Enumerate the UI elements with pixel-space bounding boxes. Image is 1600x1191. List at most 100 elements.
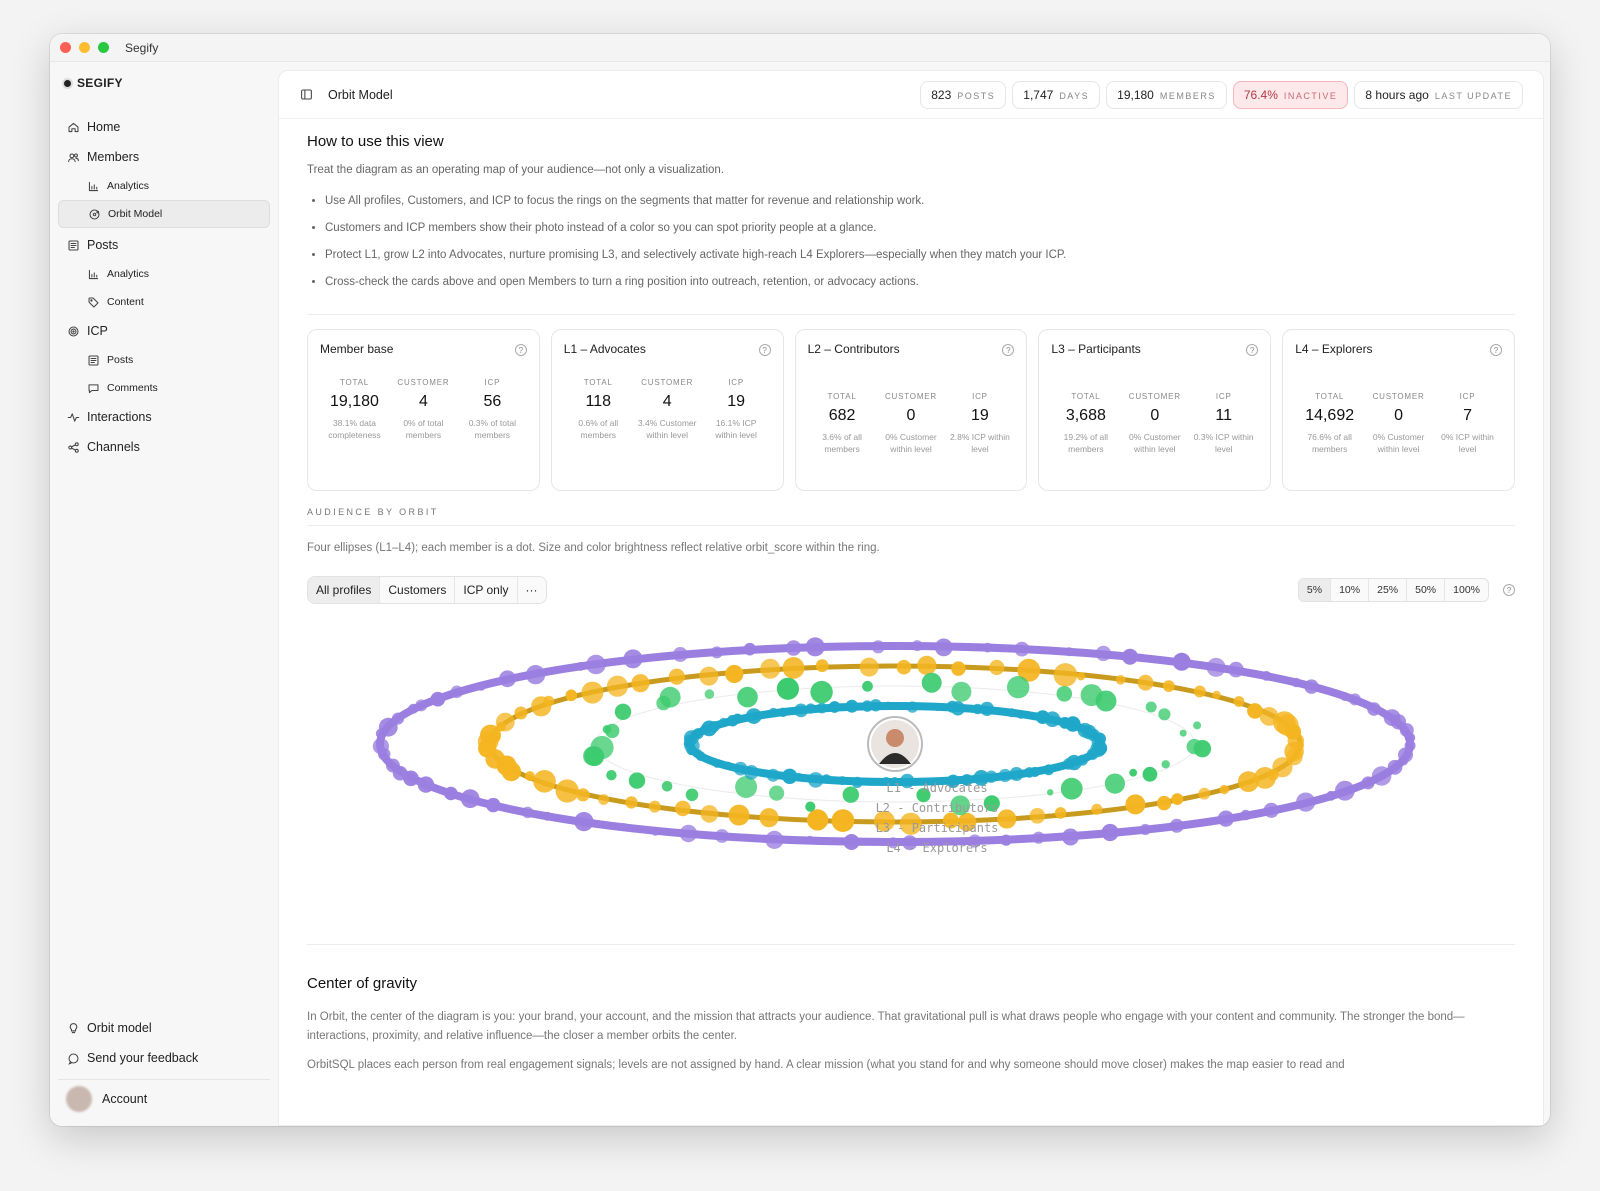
member-dot[interactable] <box>807 772 824 788</box>
sample-25pct[interactable]: 25% <box>1369 579 1408 601</box>
member-dot[interactable] <box>499 670 516 688</box>
sample-5pct[interactable]: 5% <box>1298 579 1332 601</box>
member-dot[interactable] <box>859 657 879 677</box>
member-dot[interactable] <box>391 712 405 725</box>
filter-icp-only[interactable]: ICP only <box>455 577 518 603</box>
member-dot[interactable] <box>1335 780 1355 801</box>
member-dot[interactable] <box>810 680 833 704</box>
member-dot[interactable] <box>1053 663 1078 687</box>
member-dot[interactable] <box>1062 758 1075 770</box>
send-feedback-button[interactable]: Send your feedback <box>58 1043 270 1073</box>
sidebar-item-posts[interactable]: Posts <box>58 230 270 260</box>
member-dot[interactable] <box>460 789 480 809</box>
member-dot[interactable] <box>1091 803 1103 815</box>
sidebar-item-analytics[interactable]: Analytics <box>58 260 270 288</box>
member-dot[interactable] <box>1162 680 1175 692</box>
member-dot[interactable] <box>1000 834 1012 846</box>
member-dot[interactable] <box>1296 792 1316 812</box>
sidebar-item-analytics[interactable]: Analytics <box>58 172 270 200</box>
member-dot[interactable] <box>998 768 1012 783</box>
member-dot[interactable] <box>543 695 555 707</box>
sidebar-item-orbit-model[interactable]: Orbit Model <box>58 200 270 228</box>
sidebar-item-home[interactable]: Home <box>58 112 270 142</box>
member-dot[interactable] <box>765 830 784 849</box>
member-dot[interactable] <box>884 701 893 710</box>
member-dot[interactable] <box>1024 767 1035 778</box>
member-dot[interactable] <box>386 758 400 773</box>
member-dot[interactable] <box>581 681 604 704</box>
member-dot[interactable] <box>521 806 534 819</box>
member-dot[interactable] <box>598 794 609 805</box>
help-icon[interactable]: ? <box>758 344 771 356</box>
member-dot[interactable] <box>659 686 681 708</box>
member-dot[interactable] <box>1161 760 1170 769</box>
member-dot[interactable] <box>782 768 798 784</box>
member-dot[interactable] <box>576 661 586 671</box>
member-dot[interactable] <box>725 664 744 684</box>
member-dot[interactable] <box>700 805 719 823</box>
member-dot[interactable] <box>1263 802 1279 818</box>
member-dot[interactable] <box>1212 690 1221 700</box>
member-dot[interactable] <box>565 689 578 702</box>
member-dot[interactable] <box>1171 793 1184 805</box>
member-dot[interactable] <box>376 738 385 747</box>
member-dot[interactable] <box>1029 808 1046 824</box>
member-dot[interactable] <box>724 761 733 770</box>
member-dot[interactable] <box>785 640 802 656</box>
member-dot[interactable] <box>1193 740 1212 758</box>
member-dot[interactable] <box>1095 645 1112 662</box>
sidebar-item-interactions[interactable]: Interactions <box>58 402 270 432</box>
member-dot[interactable] <box>1217 810 1234 827</box>
member-dot[interactable] <box>661 781 673 792</box>
member-dot[interactable] <box>760 658 781 679</box>
member-dot[interactable] <box>989 659 1005 676</box>
member-dot[interactable] <box>1287 732 1305 750</box>
member-dot[interactable] <box>1206 657 1226 677</box>
member-dot[interactable] <box>1193 721 1202 730</box>
sidebar-item-posts[interactable]: Posts <box>58 346 270 374</box>
member-dot[interactable] <box>1125 794 1146 815</box>
member-dot[interactable] <box>769 785 785 801</box>
member-dot[interactable] <box>782 657 805 679</box>
member-dot[interactable] <box>831 809 855 832</box>
member-dot[interactable] <box>1054 763 1062 771</box>
member-dot[interactable] <box>533 770 556 793</box>
brand-logo[interactable]: SEGIFY <box>58 72 270 94</box>
member-dot[interactable] <box>477 682 486 691</box>
member-dot[interactable] <box>1261 671 1272 681</box>
member-dot[interactable] <box>1404 732 1416 743</box>
member-dot[interactable] <box>590 735 614 760</box>
member-dot[interactable] <box>631 674 650 693</box>
filter-more[interactable]: ··· <box>518 577 546 603</box>
member-dot[interactable] <box>1172 652 1191 671</box>
member-dot[interactable] <box>1032 831 1045 844</box>
member-dot[interactable] <box>759 808 779 828</box>
member-dot[interactable] <box>743 642 757 656</box>
member-dot[interactable] <box>1115 675 1126 685</box>
member-dot[interactable] <box>1014 641 1030 657</box>
member-dot[interactable] <box>650 826 660 836</box>
member-dot[interactable] <box>1007 676 1030 699</box>
member-dot[interactable] <box>1240 809 1251 821</box>
member-dot[interactable] <box>1091 735 1106 750</box>
member-dot[interactable] <box>733 766 740 773</box>
member-dot[interactable] <box>672 647 688 662</box>
help-icon[interactable]: ? <box>1503 584 1515 596</box>
member-dot[interactable] <box>993 707 1002 715</box>
member-dot[interactable] <box>415 699 428 712</box>
sidebar-item-icp[interactable]: ICP <box>58 316 270 346</box>
member-dot[interactable] <box>1238 771 1259 792</box>
member-dot[interactable] <box>685 788 699 802</box>
member-dot[interactable] <box>606 770 617 781</box>
member-dot[interactable] <box>444 786 458 801</box>
minimize-window-button[interactable] <box>79 42 90 53</box>
center-avatar[interactable] <box>867 716 923 772</box>
sidebar-item-members[interactable]: Members <box>58 142 270 172</box>
member-dot[interactable] <box>1233 696 1245 707</box>
member-dot[interactable] <box>807 809 829 831</box>
member-dot[interactable] <box>704 689 715 699</box>
member-dot[interactable] <box>1145 701 1157 713</box>
sidebar-orbit-model-help[interactable]: Orbit model <box>58 1013 270 1043</box>
member-dot[interactable] <box>732 713 743 724</box>
member-dot[interactable] <box>1304 679 1319 694</box>
